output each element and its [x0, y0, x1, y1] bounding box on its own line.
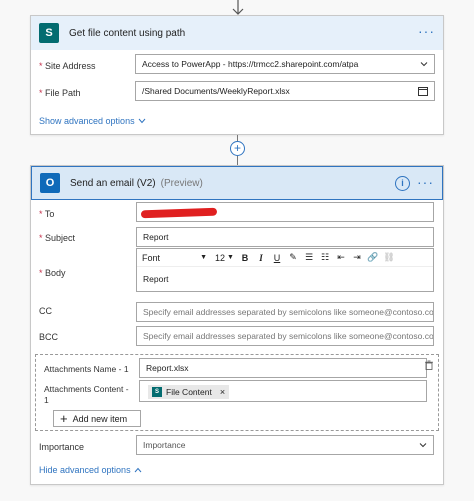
italic-icon[interactable]: I — [253, 250, 269, 266]
cc-placeholder: Specify email addresses separated by sem… — [143, 307, 434, 317]
font-select-value: Font — [142, 252, 161, 263]
chevron-down-icon — [138, 118, 145, 124]
bcc-placeholder: Specify email addresses separated by sem… — [143, 331, 434, 341]
importance-value: Importance — [143, 440, 186, 450]
bcc-label: BCC — [39, 332, 59, 342]
plus-icon: + — [60, 410, 68, 426]
info-icon[interactable]: i — [395, 176, 410, 191]
site-address-dropdown[interactable]: Access to PowerApp - https://trmcc2.shar… — [135, 54, 435, 74]
cc-field[interactable]: Specify email addresses separated by sem… — [136, 302, 434, 322]
add-new-item-button[interactable]: + Add new item — [53, 410, 141, 427]
file-path-field[interactable]: /Shared Documents/WeeklyReport.xlsx — [135, 81, 435, 101]
sharepoint-icon: S — [39, 23, 59, 43]
attachments-content-field[interactable]: S File Content × — [139, 380, 427, 402]
chevron-up-icon — [134, 467, 141, 473]
numbered-list-icon[interactable]: ☷ — [317, 250, 333, 266]
font-size-value: 12 — [215, 252, 226, 263]
editor-toolbar: Font ▼ 12 ▼ B I U ✎ ☰ ☷ ⇤ ⇥ 🔗 ⛓ — [137, 249, 433, 267]
chevron-down-icon — [419, 443, 427, 448]
insert-link-icon[interactable]: 🔗 — [365, 250, 381, 266]
attachments-content-label: Attachments Content - 1 — [44, 384, 129, 405]
file-content-token[interactable]: S File Content × — [148, 385, 230, 399]
font-select[interactable]: Font ▼ — [137, 253, 207, 263]
to-label: * To — [39, 209, 55, 219]
site-address-label: * Site Address — [39, 61, 96, 71]
more-options-icon[interactable]: ··· — [417, 175, 434, 189]
subject-value: Report — [143, 232, 169, 242]
underline-icon[interactable]: U — [269, 250, 285, 266]
importance-dropdown[interactable]: Importance — [136, 435, 434, 455]
caret-down-icon: ▼ — [227, 254, 234, 261]
attachments-group: Attachments Name - 1 Report.xlsx Attachm… — [35, 354, 439, 431]
attachments-name-field[interactable]: Report.xlsx — [139, 358, 427, 378]
delete-icon[interactable] — [424, 360, 434, 370]
attachments-name-value: Report.xlsx — [146, 363, 189, 373]
show-advanced-options-link[interactable]: Show advanced options — [39, 116, 146, 126]
hide-advanced-options-link[interactable]: Hide advanced options — [39, 465, 142, 475]
caret-down-icon: ▼ — [200, 254, 207, 261]
token-label: File Content — [166, 387, 212, 397]
folder-icon[interactable] — [418, 87, 428, 96]
body-label: * Body — [39, 268, 66, 278]
file-path-value: /Shared Documents/WeeklyReport.xlsx — [142, 86, 290, 96]
hide-advanced-options-text: Hide advanced options — [39, 465, 131, 475]
subject-field[interactable]: Report — [136, 227, 434, 247]
add-step-icon[interactable]: + — [230, 141, 245, 156]
cc-label: CC — [39, 306, 52, 316]
font-size-select[interactable]: 12 ▼ — [207, 253, 237, 263]
highlight-icon[interactable]: ✎ — [285, 250, 301, 266]
body-content: Report — [143, 274, 169, 284]
decrease-indent-icon[interactable]: ⇤ — [333, 250, 349, 266]
attachments-name-label: Attachments Name - 1 — [44, 364, 129, 374]
outlook-icon: O — [40, 173, 60, 193]
arrow-down-icon — [232, 0, 244, 15]
sharepoint-icon: S — [152, 387, 162, 397]
remove-token-icon[interactable]: × — [220, 387, 225, 397]
chevron-down-icon — [420, 62, 428, 67]
card-header[interactable]: S Get file content using path ··· — [31, 16, 443, 50]
send-email-card: O Send an email (V2) (Preview) i ··· * T… — [30, 165, 444, 485]
get-file-content-card: S Get file content using path ··· * Site… — [30, 15, 444, 135]
card-header[interactable]: O Send an email (V2) (Preview) i ··· — [31, 166, 443, 200]
file-path-label: * File Path — [39, 88, 81, 98]
bulleted-list-icon[interactable]: ☰ — [301, 250, 317, 266]
site-address-value: Access to PowerApp - https://trmcc2.shar… — [142, 59, 359, 69]
add-new-item-label: Add new item — [72, 413, 128, 424]
connector-line — [237, 156, 238, 165]
remove-link-icon[interactable]: ⛓ — [381, 250, 397, 266]
preview-badge: (Preview) — [160, 177, 203, 189]
body-editor[interactable]: Font ▼ 12 ▼ B I U ✎ ☰ ☷ ⇤ ⇥ 🔗 ⛓ Report — [136, 248, 434, 292]
show-advanced-options-text: Show advanced options — [39, 116, 135, 126]
bcc-field[interactable]: Specify email addresses separated by sem… — [136, 326, 434, 346]
increase-indent-icon[interactable]: ⇥ — [349, 250, 365, 266]
importance-label: Importance — [39, 442, 85, 452]
card-title: Send an email (V2) — [70, 177, 156, 189]
bold-icon[interactable]: B — [237, 250, 253, 266]
subject-label: * Subject — [39, 233, 76, 243]
card-title: Get file content using path — [69, 27, 186, 39]
more-options-icon[interactable]: ··· — [418, 24, 435, 38]
